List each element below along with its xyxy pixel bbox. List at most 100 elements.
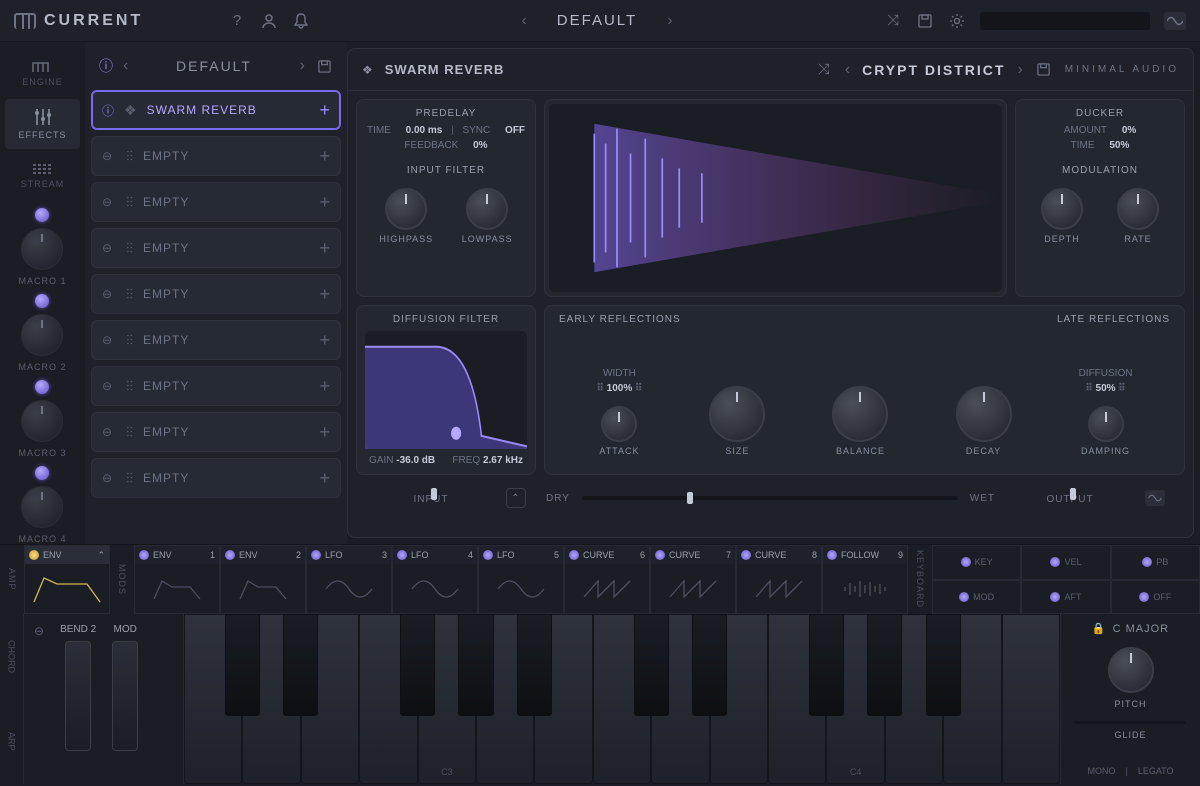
damping-knob[interactable] — [1088, 406, 1124, 442]
mod-mod-button[interactable]: MOD — [932, 580, 1021, 615]
add-icon[interactable]: + — [319, 376, 330, 397]
macro-2-knob[interactable] — [21, 314, 63, 356]
prev-chain-button[interactable]: ‹ — [123, 57, 128, 75]
attack-knob[interactable] — [601, 406, 637, 442]
add-icon[interactable]: + — [319, 284, 330, 305]
mod-slot-lfo4[interactable]: LFO4 — [392, 545, 478, 614]
mod-slot-curve7[interactable]: CURVE7 — [650, 545, 736, 614]
fx-slot-4[interactable]: ⊖⫶⫶EMPTY+ — [91, 228, 341, 268]
mod-slot-curve8[interactable]: CURVE8 — [736, 545, 822, 614]
white-key[interactable] — [1002, 614, 1060, 784]
save-fx-preset-icon[interactable] — [1035, 61, 1053, 79]
preset-name[interactable]: DEFAULT — [557, 12, 637, 29]
macro-assign-icon[interactable] — [35, 208, 49, 222]
add-icon[interactable]: + — [319, 192, 330, 213]
power-icon[interactable]: ⊖ — [102, 471, 116, 485]
shuffle-icon[interactable]: ⤨ — [884, 12, 902, 30]
mod-assign-icon[interactable] — [397, 550, 407, 560]
black-key[interactable] — [517, 614, 552, 716]
info-icon[interactable]: ⓘ — [99, 56, 113, 76]
off-mod-button[interactable]: OFF — [1111, 580, 1200, 615]
decay-knob[interactable] — [956, 386, 1012, 442]
balance-knob[interactable] — [832, 386, 888, 442]
mod-wheel[interactable] — [112, 641, 138, 751]
power-icon[interactable]: ⊖ — [102, 379, 116, 393]
mod-assign-icon[interactable] — [29, 550, 39, 560]
add-icon[interactable]: + — [319, 146, 330, 167]
add-icon[interactable]: + — [319, 238, 330, 259]
add-icon[interactable]: + — [319, 468, 330, 489]
rate-knob[interactable] — [1117, 188, 1159, 230]
black-key[interactable] — [400, 614, 435, 716]
bend-range[interactable]: 2 — [91, 624, 97, 635]
black-key[interactable] — [283, 614, 318, 716]
macro-3-knob[interactable] — [21, 400, 63, 442]
mod-slot-env1[interactable]: ENV1 — [134, 545, 220, 614]
settings-icon[interactable] — [948, 12, 966, 30]
arp-tab[interactable]: ARP — [0, 699, 24, 784]
amount-value[interactable]: 0% — [1122, 125, 1136, 136]
time-value[interactable]: 0.00 ms — [406, 125, 443, 136]
macro-assign-icon[interactable] — [35, 294, 49, 308]
macro-1-knob[interactable] — [21, 228, 63, 270]
feedback-value[interactable]: 0% — [473, 140, 487, 151]
output-wave-icon[interactable] — [1145, 490, 1165, 506]
tab-effects[interactable]: EFFECTS — [5, 99, 80, 148]
fx-slot-5[interactable]: ⊖⫶⫶EMPTY+ — [91, 274, 341, 314]
power-icon[interactable]: ⊖ — [102, 287, 116, 301]
macro-4-knob[interactable] — [21, 486, 63, 528]
pitch-knob[interactable] — [1108, 647, 1154, 693]
add-icon[interactable]: + — [319, 422, 330, 443]
chord-tab[interactable]: CHORD — [0, 614, 24, 699]
macro-assign-icon[interactable] — [35, 380, 49, 394]
mod-slot-lfo3[interactable]: LFO3 — [306, 545, 392, 614]
bell-icon[interactable] — [292, 12, 310, 30]
amp-label[interactable]: AMP — [0, 545, 24, 614]
tab-engine[interactable]: ENGINE — [5, 48, 80, 97]
mod-assign-icon[interactable] — [483, 550, 493, 560]
pitch-bend-wheel[interactable] — [65, 641, 91, 751]
save-icon[interactable] — [916, 12, 934, 30]
collapse-icon[interactable]: ⊖ — [34, 624, 44, 638]
diffusion-curve-display[interactable] — [365, 331, 527, 449]
sync-value[interactable]: OFF — [505, 125, 525, 136]
black-key[interactable] — [867, 614, 902, 716]
drywet-slider[interactable] — [582, 496, 958, 500]
prev-fx-preset[interactable]: ‹ — [845, 61, 850, 79]
scale-label[interactable]: C MAJOR — [1113, 623, 1170, 635]
add-icon[interactable]: + — [319, 330, 330, 351]
waveform-icon[interactable] — [1164, 12, 1186, 30]
chain-preset-name[interactable]: DEFAULT — [138, 58, 289, 74]
macro-assign-icon[interactable] — [35, 466, 49, 480]
diffusion-value[interactable]: 50% — [1096, 383, 1116, 394]
fx-slot-7[interactable]: ⊖⫶⫶EMPTY+ — [91, 366, 341, 406]
power-icon[interactable]: ⊖ — [102, 149, 116, 163]
fx-preset-name[interactable]: CRYPT DISTRICT — [862, 62, 1005, 78]
power-icon[interactable]: ⊖ — [102, 333, 116, 347]
pb-mod-button[interactable]: PB — [1111, 545, 1200, 580]
black-key[interactable] — [634, 614, 669, 716]
expand-icon[interactable]: ⌃ — [506, 488, 526, 508]
prev-preset-button[interactable]: ‹ — [521, 12, 526, 30]
mod-assign-icon[interactable] — [311, 550, 321, 560]
fx-slot-8[interactable]: ⊖⫶⫶EMPTY+ — [91, 412, 341, 452]
tab-stream[interactable]: STREAM — [5, 151, 80, 200]
mod-assign-icon[interactable] — [139, 550, 149, 560]
ducker-time-value[interactable]: 50% — [1109, 140, 1129, 151]
add-icon[interactable]: + — [319, 100, 330, 121]
info-icon[interactable]: ⓘ — [102, 102, 114, 119]
mod-slot-lfo5[interactable]: LFO5 — [478, 545, 564, 614]
mod-slot-env2[interactable]: ENV2 — [220, 545, 306, 614]
legato-button[interactable]: LEGATO — [1138, 766, 1174, 776]
depth-knob[interactable] — [1041, 188, 1083, 230]
glide-slider[interactable] — [1075, 721, 1186, 724]
mod-assign-icon[interactable] — [741, 550, 751, 560]
highpass-knob[interactable] — [385, 188, 427, 230]
key-mod-button[interactable]: KEY — [932, 545, 1021, 580]
mods-label[interactable]: MODS — [110, 545, 134, 614]
help-icon[interactable]: ? — [228, 12, 246, 30]
vel-mod-button[interactable]: VEL — [1021, 545, 1110, 580]
mod-slot-curve6[interactable]: CURVE6 — [564, 545, 650, 614]
black-key[interactable] — [225, 614, 260, 716]
black-key[interactable] — [926, 614, 961, 716]
